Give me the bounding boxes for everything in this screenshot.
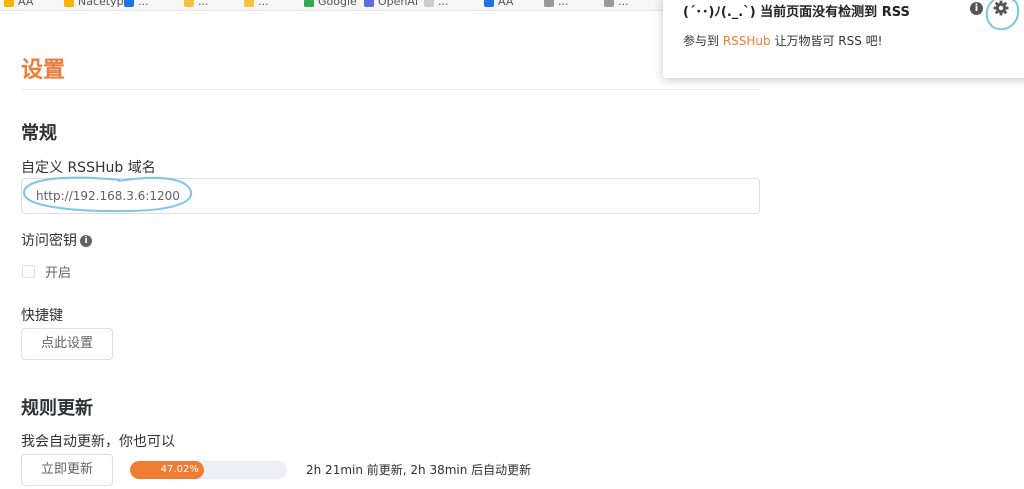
bookmark-favicon-icon — [184, 0, 194, 7]
popup-message-prefix: 参与到 — [683, 34, 723, 48]
rss-popup: (´･･)ﾉ(._.`) 当前页面没有检测到 RSS i 参与到 RSSHub … — [663, 0, 1024, 78]
bookmark-favicon-icon — [244, 0, 254, 7]
bookmark-favicon-icon — [64, 0, 74, 7]
bookmark-favicon-icon — [4, 0, 14, 7]
access-key-label-row: 访问密钥 i — [21, 230, 92, 250]
bookmark-label: ... — [198, 0, 209, 8]
bookmark-item[interactable]: OpenAI — [364, 0, 418, 8]
bookmark-label: ... — [138, 0, 149, 8]
bookmark-item[interactable]: AA — [484, 0, 513, 8]
bookmark-label: ... — [618, 0, 629, 8]
bookmark-favicon-icon — [304, 0, 314, 7]
shortcut-label: 快捷键 — [21, 308, 63, 324]
rsshub-link[interactable]: RSSHub — [723, 34, 771, 48]
bookmark-item[interactable]: ... — [184, 0, 209, 8]
rsshub-domain-input[interactable] — [21, 178, 760, 214]
bookmark-label: ... — [258, 0, 269, 8]
bookmark-label: AA — [18, 0, 34, 8]
rsshub-domain-label: 自定义 RSSHub 域名 — [21, 160, 156, 176]
access-key-enable-label: 开启 — [45, 266, 72, 281]
info-icon[interactable]: i — [80, 235, 92, 247]
bookmark-label: ... — [558, 0, 569, 8]
bookmark-label: ... — [438, 0, 449, 8]
bookmark-favicon-icon — [124, 0, 134, 7]
general-section-heading: 常规 — [21, 123, 57, 144]
popup-message-suffix: 让万物皆可 RSS 吧! — [770, 34, 883, 48]
bookmark-label: Google — [318, 0, 357, 8]
bookmark-favicon-icon — [484, 0, 494, 7]
access-key-label: 访问密钥 — [21, 233, 77, 249]
checkbox-icon[interactable] — [22, 265, 35, 278]
bookmark-item[interactable]: ... — [244, 0, 269, 8]
bookmark-label: Nacetype — [78, 0, 131, 8]
bookmark-favicon-icon — [364, 0, 374, 7]
bookmark-favicon-icon — [424, 0, 434, 7]
bookmark-item[interactable]: AA — [4, 0, 33, 8]
update-status-text: 2h 21min 前更新, 2h 38min 后自动更新 — [306, 463, 532, 477]
bookmark-favicon-icon — [544, 0, 554, 7]
bookmark-item[interactable]: ... — [124, 0, 149, 8]
bookmark-item[interactable]: Nacetype — [64, 0, 130, 8]
page-title: 设置 — [21, 58, 66, 83]
rule-update-description: 我会自动更新，你也可以 — [21, 434, 175, 450]
bookmark-favicon-icon — [604, 0, 614, 7]
bookmark-label: AA — [498, 0, 514, 8]
bookmark-item[interactable]: ... — [604, 0, 629, 8]
progress-fill: 47.02% — [130, 461, 204, 479]
update-now-button[interactable]: 立即更新 — [21, 454, 114, 486]
progress-text: 47.02% — [160, 464, 199, 475]
popup-message: 参与到 RSSHub 让万物皆可 RSS 吧! — [683, 32, 882, 49]
info-icon[interactable]: i — [970, 2, 983, 15]
access-key-enable-checkbox[interactable]: 开启 — [22, 262, 71, 281]
rule-update-section-heading: 规则更新 — [21, 398, 93, 419]
bookmark-label: OpenAI — [378, 0, 419, 8]
bookmark-item[interactable]: Google — [304, 0, 357, 8]
bookmark-item[interactable]: ... — [544, 0, 569, 8]
title-divider — [21, 89, 760, 90]
rule-update-progress-bar: 47.02% — [130, 461, 287, 479]
shortcut-settings-button[interactable]: 点此设置 — [21, 328, 114, 360]
gear-icon[interactable] — [991, 0, 1011, 18]
bookmark-item[interactable]: ... — [424, 0, 449, 8]
popup-title: (´･･)ﾉ(._.`) 当前页面没有检测到 RSS — [683, 5, 910, 20]
